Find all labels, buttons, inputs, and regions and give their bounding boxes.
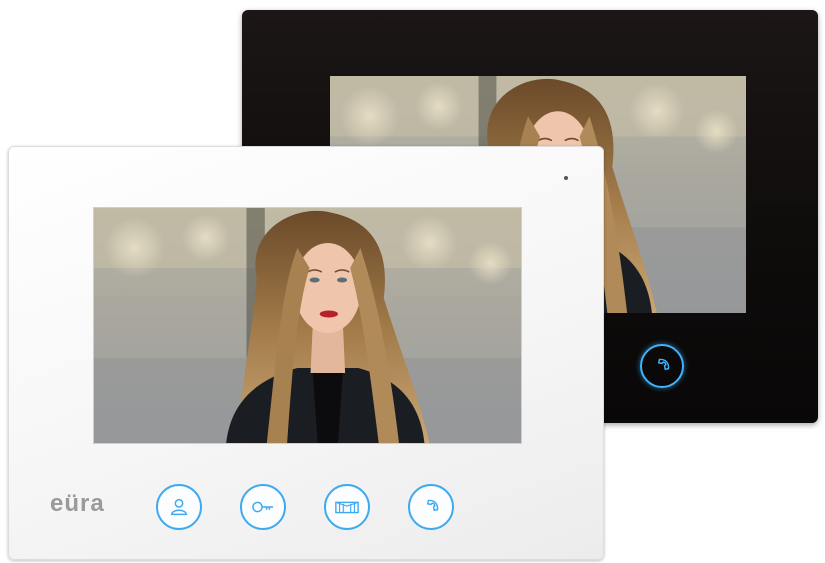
white-monitor: eüra <box>8 146 604 560</box>
white-monitor-screen <box>94 208 521 443</box>
user-button[interactable] <box>156 484 202 530</box>
eura-logo: eüra <box>50 490 105 517</box>
gate-icon <box>335 501 359 514</box>
gate-button[interactable] <box>324 484 370 530</box>
phone-handset-icon <box>426 499 439 512</box>
key-icon <box>252 501 274 513</box>
camera-dot <box>564 176 568 180</box>
user-icon <box>170 498 188 516</box>
woman-portrait-image <box>94 208 521 443</box>
unlock-key-button[interactable] <box>240 484 286 530</box>
call-button[interactable] <box>408 484 454 530</box>
phone-handset-icon <box>657 358 670 371</box>
black-monitor-call-button[interactable] <box>640 344 684 388</box>
